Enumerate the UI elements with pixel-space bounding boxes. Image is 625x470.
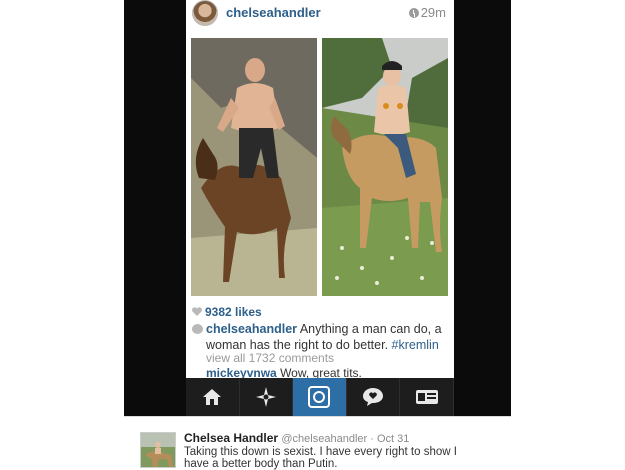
- nav-home[interactable]: [186, 378, 240, 416]
- bottom-nav: [186, 378, 454, 416]
- tweet-author-name[interactable]: Chelsea Handler: [184, 431, 278, 445]
- clock-icon: [408, 8, 419, 18]
- post-time: 29m: [408, 5, 446, 20]
- likes-count[interactable]: 9382 likes: [192, 305, 262, 319]
- heart-icon: [192, 307, 202, 316]
- nav-profile[interactable]: [400, 378, 454, 416]
- post-time-label: 29m: [420, 5, 446, 20]
- profile-avatar[interactable]: [192, 0, 218, 26]
- comment-bubble-icon: [192, 324, 203, 334]
- tweet-text: Taking this down is sexist. I have every…: [184, 446, 457, 470]
- likes-label: 9382 likes: [205, 305, 262, 319]
- post-header: chelseahandler 29m: [186, 0, 454, 34]
- photo-right[interactable]: [322, 38, 448, 296]
- view-all-comments[interactable]: view all 1732 comments: [206, 351, 334, 365]
- caption-text-2: woman has the right to do better.: [206, 338, 389, 352]
- activity-icon: [363, 388, 384, 406]
- home-icon: [203, 389, 222, 405]
- caption-username[interactable]: chelseahandler: [206, 322, 297, 336]
- photo-rider-left: [191, 38, 317, 296]
- tweet-handle[interactable]: @chelseahandler: [281, 433, 367, 445]
- caption-text: Anything a man can do, a: [299, 322, 442, 336]
- nav-camera[interactable]: [293, 378, 347, 416]
- tweet-avatar-image: [141, 433, 175, 467]
- explore-icon: [255, 387, 276, 407]
- caption-hashtag[interactable]: #kremlin: [392, 338, 439, 352]
- tweet-header: Chelsea Handler @chelseahandler · Oct 31: [184, 431, 409, 445]
- profile-icon: [415, 390, 438, 404]
- photo-left[interactable]: [191, 38, 317, 296]
- post-caption: chelseahandler Anything a man can do, a …: [192, 321, 450, 353]
- tweet-date-separator: ·: [367, 433, 377, 445]
- camera-icon: [308, 386, 331, 408]
- photo-rider-right: [322, 38, 448, 296]
- tweet-date[interactable]: Oct 31: [377, 433, 409, 445]
- nav-activity[interactable]: [347, 378, 401, 416]
- tweet-divider: [124, 416, 511, 417]
- post-username[interactable]: chelseahandler: [226, 5, 321, 20]
- tweet-avatar[interactable]: [140, 432, 176, 468]
- nav-explore[interactable]: [240, 378, 294, 416]
- instagram-screen: chelseahandler 29m 9382 likes chelseahan…: [186, 0, 454, 416]
